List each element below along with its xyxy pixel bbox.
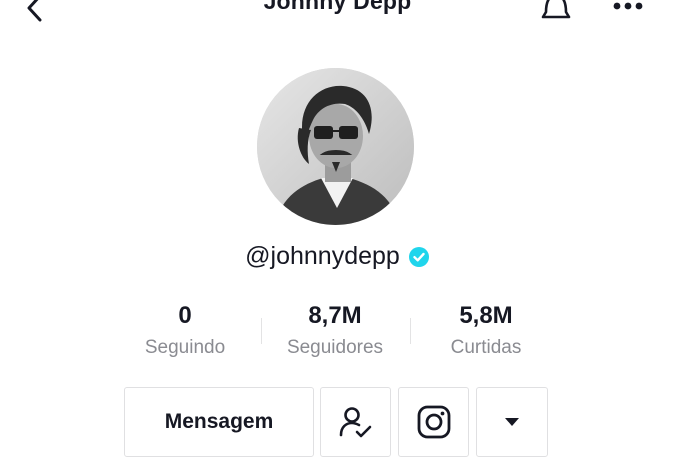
stat-followers-label: Seguidores <box>286 337 384 358</box>
top-bar: Johnny Depp <box>0 0 675 34</box>
stat-following-label: Seguindo <box>144 337 226 358</box>
profile-handle: @johnnydepp <box>245 241 400 270</box>
instagram-button[interactable] <box>398 387 469 457</box>
stat-followers-value: 8,7M <box>308 302 362 329</box>
stat-likes-value: 5,8M <box>459 302 513 329</box>
notification-bell-button[interactable] <box>536 0 576 28</box>
following-button[interactable] <box>320 387 391 457</box>
caret-down-icon <box>505 418 519 426</box>
more-options-button[interactable] <box>606 0 650 22</box>
stat-likes[interactable]: 5,8M Curtidas <box>406 302 566 360</box>
avatar-image <box>257 68 414 225</box>
bell-icon <box>541 0 571 19</box>
message-button[interactable]: Mensagem <box>124 387 314 457</box>
instagram-icon <box>417 405 450 439</box>
user-check-icon <box>339 407 371 438</box>
more-actions-dropdown[interactable] <box>476 387 548 457</box>
profile-handle-row: @johnnydepp <box>0 240 675 272</box>
stat-following-value: 0 <box>178 302 192 329</box>
verified-badge-icon <box>408 247 429 267</box>
stat-followers[interactable]: 8,7M Seguidores <box>255 302 415 360</box>
stat-following[interactable]: 0 Seguindo <box>105 302 265 360</box>
more-horizontal-icon <box>613 2 643 10</box>
profile-avatar[interactable] <box>257 68 414 225</box>
stat-likes-label: Curtidas <box>450 337 522 358</box>
